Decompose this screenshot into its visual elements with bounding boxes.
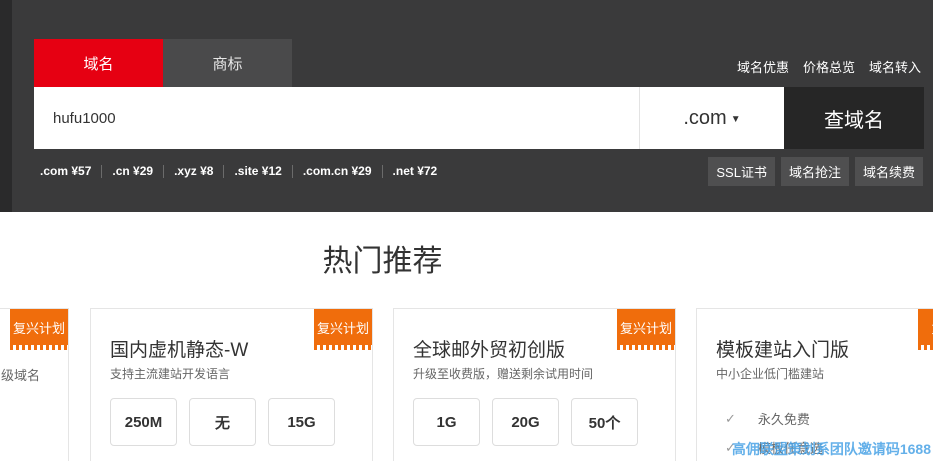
promo-badge: 复 <box>918 309 933 350</box>
tab-trademark[interactable]: 商标 <box>163 39 292 87</box>
tld-selected: .com <box>683 106 727 129</box>
card-title: 国内虚机静态-W <box>110 340 249 361</box>
spec-box: 20G <box>492 398 559 446</box>
spec-box: 无 <box>189 398 256 446</box>
product-card-global-mail[interactable]: 全球邮外贸初创版 升级至收费版，赠送剩余试用时间 1G 20G 50个 复兴计划 <box>393 308 676 461</box>
check-icon: ✓ <box>725 410 736 426</box>
card-title: 模板建站入门版 <box>716 340 850 361</box>
price-xyz[interactable]: .xyz ¥8 <box>174 164 213 178</box>
price-com-cn[interactable]: .com.cn ¥29 <box>303 164 372 178</box>
card-subtitle: 中小企业低门槛建站 <box>716 367 825 381</box>
price-cn[interactable]: .cn ¥29 <box>112 164 153 178</box>
feature-item: ✓ 永久免费 <box>725 404 823 433</box>
spec-row: 1G 20G 50个 <box>413 398 638 446</box>
spec-box: 1G <box>413 398 480 446</box>
spec-box: 50个 <box>571 398 638 446</box>
price-net[interactable]: .net ¥72 <box>393 164 438 178</box>
spec-row: 250M 无 15G <box>110 398 335 446</box>
price-com[interactable]: .com ¥57 <box>40 164 91 178</box>
spec-box: 15G <box>268 398 335 446</box>
divider <box>291 164 293 178</box>
quick-links: 域名优惠 价格总览 域名转入 <box>737 57 921 76</box>
divider <box>223 164 225 178</box>
product-card-virtual-host[interactable]: 复兴计划 国内虚机静态-W 支持主流建站开发语言 250M 无 15G <box>90 308 373 461</box>
feature-label: 永久免费 <box>757 412 810 427</box>
card-title: 全球邮外贸初创版 <box>413 340 566 361</box>
divider <box>101 164 103 178</box>
section-title: 热门推荐 <box>322 245 443 278</box>
price-site[interactable]: .site ¥12 <box>234 164 281 178</box>
link-price-overview[interactable]: 价格总览 <box>803 57 855 76</box>
search-domain-button[interactable]: 查域名 <box>784 87 924 149</box>
promo-badge: 复兴计划 <box>617 309 675 350</box>
left-sidebar-edge <box>0 0 12 212</box>
service-buttons: SSL证书 域名抢注 域名续费 <box>708 157 923 186</box>
divider <box>381 164 383 178</box>
watermark-text: 高佣联盟策划系团队邀请码1688 <box>731 441 931 457</box>
domain-search-input[interactable] <box>34 87 639 149</box>
search-tabs: 域名 商标 <box>34 39 292 87</box>
domain-renew-button[interactable]: 域名续费 <box>854 157 923 186</box>
tld-dropdown[interactable]: .com ▼ <box>639 87 784 149</box>
card-subtitle: 支持主流建站开发语言 <box>110 367 231 381</box>
tld-price-list: .com ¥57 .cn ¥29 .xyz ¥8 .site ¥12 .com.… <box>40 164 437 178</box>
search-row: .com ▼ 查域名 <box>34 87 924 149</box>
divider <box>163 164 165 178</box>
link-domain-transfer[interactable]: 域名转入 <box>869 57 921 76</box>
spec-box: 250M <box>110 398 177 446</box>
tab-domain[interactable]: 域名 <box>34 39 163 87</box>
caret-down-icon: ▼ <box>730 114 741 125</box>
card-subtitle: 级域名 <box>1 368 41 383</box>
promo-badge: 复兴计划 <box>314 309 372 350</box>
domain-backorder-button[interactable]: 域名抢注 <box>780 157 849 186</box>
card-subtitle: 升级至收费版，赠送剩余试用时间 <box>413 367 594 381</box>
ssl-certificate-button[interactable]: SSL证书 <box>708 157 775 186</box>
promo-badge: 复兴计划 <box>10 309 68 350</box>
link-domain-offers[interactable]: 域名优惠 <box>737 57 789 76</box>
product-card-partial-left[interactable]: 复兴计划 级域名 <box>0 308 69 461</box>
search-band: 域名 商标 域名优惠 价格总览 域名转入 .com ▼ 查域名 .com ¥57… <box>0 0 933 212</box>
